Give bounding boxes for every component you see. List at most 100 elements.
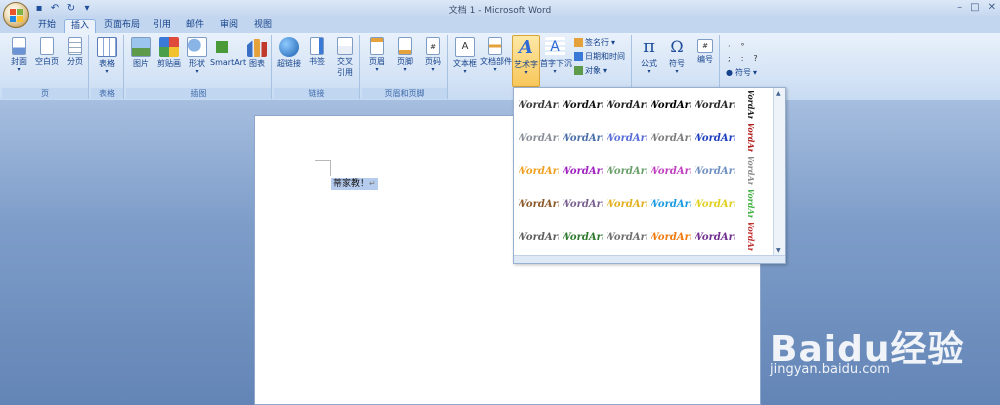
date-time-button[interactable]: 日期和时间 bbox=[574, 51, 625, 62]
shapes-button[interactable]: 形状 ▾ bbox=[182, 35, 212, 75]
bookmark-button[interactable]: 书签 bbox=[302, 35, 332, 67]
page-number-button[interactable]: # 页码 ▾ bbox=[418, 35, 448, 73]
wordart-style[interactable]: WordArt bbox=[563, 190, 603, 218]
header-icon bbox=[370, 37, 384, 55]
scroll-up-icon[interactable]: ▲ bbox=[776, 90, 781, 97]
object-icon bbox=[574, 66, 583, 75]
group-header-footer: 页眉 ▾ 页脚 ▾ # 页码 ▾ 页眉和页脚 bbox=[362, 35, 448, 99]
table-icon bbox=[97, 37, 117, 57]
group-pages: 封面 ▾ 空白页 分页 页 bbox=[2, 35, 89, 99]
signature-line-button[interactable]: 签名行 ▾ bbox=[574, 37, 615, 48]
close-icon[interactable]: ✕ bbox=[988, 2, 996, 13]
gallery-resize-grip[interactable] bbox=[514, 255, 785, 263]
tab-mailings[interactable]: 邮件 bbox=[180, 18, 210, 33]
cross-reference-button[interactable]: 交叉 引用 bbox=[330, 35, 360, 78]
wordart-style[interactable]: WordArt bbox=[519, 157, 559, 185]
wordart-style[interactable]: WordArt bbox=[695, 223, 735, 251]
group-pages-label: 页 bbox=[2, 88, 88, 99]
wordart-style[interactable]: WordArt bbox=[563, 124, 603, 152]
tab-home[interactable]: 开始 bbox=[30, 18, 64, 33]
numbering-button[interactable]: # 编号 bbox=[690, 35, 720, 65]
minimize-icon[interactable]: – bbox=[957, 2, 962, 13]
pi-icon: π bbox=[643, 36, 655, 57]
wordart-style[interactable]: WordArt bbox=[563, 157, 603, 185]
wordart-style[interactable]: WordArt bbox=[695, 157, 735, 185]
tab-view[interactable]: 视图 bbox=[248, 18, 278, 33]
chart-icon bbox=[247, 39, 267, 57]
baidu-watermark: Baidu经验 jingyan.baidu.com bbox=[760, 290, 1000, 400]
special-symbols-row-1[interactable]: · ° bbox=[728, 41, 745, 52]
wordart-style[interactable]: WordArt bbox=[519, 124, 559, 152]
group-links-label: 链接 bbox=[274, 88, 359, 99]
wordart-style[interactable]: WordArt bbox=[519, 190, 559, 218]
wordart-style[interactable]: WordArt bbox=[651, 190, 691, 218]
wordart-style[interactable]: WordArt bbox=[651, 91, 691, 119]
office-logo-icon bbox=[10, 9, 24, 23]
cross-reference-icon bbox=[337, 37, 353, 55]
signature-line-icon bbox=[574, 38, 583, 47]
wordart-button[interactable]: A 艺术字 ▾ bbox=[512, 35, 540, 87]
shapes-icon bbox=[187, 37, 207, 57]
wordart-style[interactable]: WordArt bbox=[563, 91, 603, 119]
wordart-style[interactable]: WordArt bbox=[695, 91, 735, 119]
object-button[interactable]: 对象 ▾ bbox=[574, 65, 607, 76]
wordart-style[interactable]: WordArt bbox=[739, 91, 763, 119]
chart-button[interactable]: 图表 bbox=[242, 35, 272, 69]
wordart-style[interactable]: WordArt bbox=[607, 124, 647, 152]
page-break-button[interactable]: 分页 bbox=[60, 35, 90, 67]
wordart-style[interactable]: WordArt bbox=[695, 190, 735, 218]
omega-icon: Ω bbox=[670, 37, 684, 56]
wordart-style[interactable]: WordArt bbox=[607, 190, 647, 218]
blank-page-button[interactable]: 空白页 bbox=[32, 35, 62, 67]
clipart-icon bbox=[159, 37, 179, 57]
tab-insert[interactable]: 插入 bbox=[64, 19, 96, 34]
picture-button[interactable]: 图片 bbox=[126, 35, 156, 69]
office-button[interactable] bbox=[3, 2, 29, 28]
table-button[interactable]: 表格 ▾ bbox=[92, 35, 122, 75]
wordart-style[interactable]: WordArt bbox=[651, 223, 691, 251]
wordart-grid: WordArtWordArtWordArtWordArtWordArtWordA… bbox=[515, 89, 772, 255]
equation-button[interactable]: π 公式 ▾ bbox=[634, 35, 664, 75]
selected-text[interactable]: 蒂家教！↵ bbox=[331, 178, 378, 190]
tab-references[interactable]: 引用 bbox=[148, 18, 176, 33]
scroll-down-icon[interactable]: ▼ bbox=[776, 247, 781, 254]
crop-mark bbox=[315, 160, 331, 161]
wordart-style[interactable]: WordArt bbox=[607, 223, 647, 251]
header-button[interactable]: 页眉 ▾ bbox=[362, 35, 392, 73]
wordart-style[interactable]: WordArt bbox=[607, 157, 647, 185]
wordart-style[interactable]: WordArt bbox=[739, 157, 763, 185]
wordart-style[interactable]: WordArt bbox=[695, 124, 735, 152]
wordart-icon: A bbox=[519, 37, 533, 58]
drop-cap-button[interactable]: A 首字下沉 ▾ bbox=[540, 35, 572, 75]
calendar-icon bbox=[574, 52, 583, 61]
wordart-style[interactable]: WordArt bbox=[739, 124, 763, 152]
wordart-style[interactable]: WordArt bbox=[739, 223, 763, 251]
wordart-gallery: WordArtWordArtWordArtWordArtWordArtWordA… bbox=[513, 87, 786, 264]
wordart-style[interactable]: WordArt bbox=[651, 157, 691, 185]
symbol-button[interactable]: Ω 符号 ▾ bbox=[662, 35, 692, 75]
smartart-button[interactable]: SmartArt bbox=[210, 35, 246, 67]
group-tables-label: 表格 bbox=[91, 88, 123, 99]
maximize-icon[interactable]: □ bbox=[970, 2, 979, 13]
picture-icon bbox=[131, 37, 151, 57]
tab-review[interactable]: 审阅 bbox=[214, 18, 244, 33]
quick-parts-button[interactable]: 文档部件 ▾ bbox=[480, 35, 512, 73]
wordart-style[interactable]: WordArt bbox=[519, 223, 559, 251]
text-box-button[interactable]: A 文本框 ▾ bbox=[450, 35, 480, 75]
group-header-footer-label: 页眉和页脚 bbox=[362, 88, 447, 99]
wordart-style[interactable]: WordArt bbox=[651, 124, 691, 152]
clipart-button[interactable]: 剪贴画 bbox=[154, 35, 184, 69]
tab-page-layout[interactable]: 页面布局 bbox=[100, 18, 144, 33]
hyperlink-button[interactable]: 超链接 bbox=[274, 35, 304, 69]
wordart-style[interactable]: WordArt bbox=[519, 91, 559, 119]
wordart-style[interactable]: WordArt bbox=[607, 91, 647, 119]
more-symbols-button[interactable]: ● 符号 ▾ bbox=[726, 67, 757, 78]
wordart-style[interactable]: WordArt bbox=[563, 223, 603, 251]
special-symbols-row-2[interactable]: ;:? bbox=[728, 53, 758, 64]
title-bar: ▪ ↶ ↻ ▾ 文档 1 - Microsoft Word – □ ✕ bbox=[0, 0, 1000, 18]
gallery-scrollbar[interactable]: ▲ ▼ bbox=[773, 88, 785, 256]
wordart-style[interactable]: WordArt bbox=[739, 190, 763, 218]
cover-page-button[interactable]: 封面 ▾ bbox=[4, 35, 34, 73]
footer-button[interactable]: 页脚 ▾ bbox=[390, 35, 420, 73]
crop-mark bbox=[330, 160, 331, 176]
